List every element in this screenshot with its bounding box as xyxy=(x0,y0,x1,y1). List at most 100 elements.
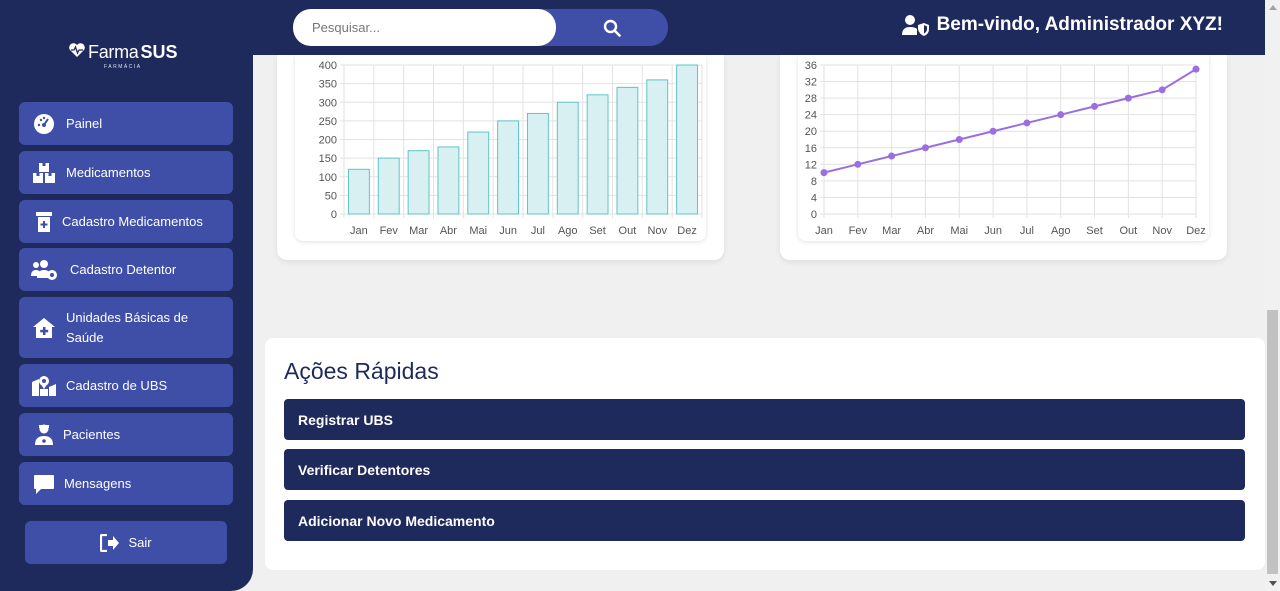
page-scrollbar[interactable] xyxy=(1265,0,1280,591)
x-tick-label: Ago xyxy=(1051,225,1071,237)
sign-out-icon xyxy=(100,533,120,552)
x-tick-label: Jun xyxy=(984,225,1002,237)
x-tick-label: Abr xyxy=(917,225,934,237)
sidebar-item-label: Painel xyxy=(66,115,103,131)
data-point xyxy=(921,144,929,152)
data-point xyxy=(1091,102,1099,110)
sidebar-item-pacientes[interactable]: Pacientes xyxy=(19,413,233,456)
x-tick-label: Dez xyxy=(1186,225,1206,237)
sidebar-item-painel[interactable]: Painel xyxy=(19,102,233,145)
x-tick-label: Jul xyxy=(531,225,545,237)
y-tick-label: 350 xyxy=(319,79,337,91)
sidebar: Farma SUS FARMÁCIA Painel Medicamentos C… xyxy=(0,0,253,591)
y-tick-label: 0 xyxy=(331,209,337,221)
line-chart: 0 4 8 12 16 20 24 28 32 36 Jan Fev Mar Abr Mai Jun Jul Ag… xyxy=(805,60,1206,237)
logout-button[interactable]: Sair xyxy=(25,521,227,564)
welcome-message: Bem-vindo, Administrador XYZ! xyxy=(901,14,1223,36)
x-tick-label: Dez xyxy=(677,225,697,237)
search-input[interactable] xyxy=(293,9,556,46)
bar xyxy=(347,168,370,215)
bar xyxy=(467,131,490,215)
x-tick-label: Mar xyxy=(409,225,428,237)
y-tick-label: 250 xyxy=(319,116,337,128)
logout-label: Sair xyxy=(128,535,152,550)
sidebar-item-cadastro-ubs[interactable]: Cadastro de UBS xyxy=(19,364,233,407)
message-icon xyxy=(30,470,58,498)
users-gear-icon xyxy=(30,256,58,284)
data-point xyxy=(1192,65,1200,73)
scroll-down-arrow-icon[interactable] xyxy=(1265,576,1280,591)
x-tick-label: Nov xyxy=(647,225,667,237)
logo: Farma SUS FARMÁCIA xyxy=(68,42,178,72)
scrollbar-thumb[interactable] xyxy=(1267,310,1278,574)
y-tick-label: 16 xyxy=(805,143,817,155)
data-point xyxy=(1124,94,1132,102)
y-tick-label: 50 xyxy=(325,190,337,202)
y-tick-label: 28 xyxy=(805,93,817,105)
bar-chart-card: 0 50 100 150 200 250 300 350 400 Jan Fev Mar Abr Mai J… xyxy=(277,55,724,260)
verify-holders-button[interactable]: Verificar Detentores xyxy=(284,449,1245,490)
data-point xyxy=(1057,111,1065,119)
x-tick-label: Nov xyxy=(1152,225,1172,237)
y-tick-label: 8 xyxy=(811,176,817,188)
x-tick-label: Jan xyxy=(815,225,833,237)
line-chart-card: 0 4 8 12 16 20 24 28 32 36 Jan Fev Mar Abr Mai Jun Jul Ag… xyxy=(780,55,1227,260)
bar xyxy=(377,157,400,215)
logo-farma: Farma xyxy=(88,42,139,62)
bar xyxy=(556,101,579,215)
sidebar-item-label: Cadastro Detentor xyxy=(70,261,177,277)
logo-subtitle: FARMÁCIA xyxy=(103,64,142,70)
x-tick-label: Out xyxy=(1119,225,1137,237)
sidebar-item-label: Cadastro Medicamentos xyxy=(62,213,203,229)
bar-chart: 0 50 100 150 200 250 300 350 400 Jan Fev Mar Abr Mai J… xyxy=(319,60,703,237)
y-tick-label: 300 xyxy=(319,97,337,109)
x-tick-label: Mai xyxy=(950,225,968,237)
data-point xyxy=(1158,86,1166,94)
sidebar-item-label: Cadastro de UBS xyxy=(66,377,168,393)
y-tick-label: 20 xyxy=(805,126,817,138)
sidebar-item-label: Mensagens xyxy=(64,475,132,491)
logo-sus: SUS xyxy=(140,42,178,62)
quick-actions-title: Ações Rápidas xyxy=(284,358,439,384)
x-tick-label: Abr xyxy=(440,225,457,237)
heart-pulse-icon xyxy=(68,42,86,63)
y-tick-label: 100 xyxy=(319,172,337,184)
bar xyxy=(497,120,520,215)
data-point xyxy=(1023,119,1031,127)
bar xyxy=(526,112,549,215)
x-tick-label: Jun xyxy=(499,225,517,237)
x-tick-label: Fev xyxy=(380,225,399,237)
boxes-icon xyxy=(30,159,58,187)
sidebar-item-medicamentos[interactable]: Medicamentos xyxy=(19,151,233,194)
bar xyxy=(676,64,699,215)
quick-actions-panel: Ações Rápidas Registrar UBS Verificar De… xyxy=(265,338,1265,570)
search-box xyxy=(293,9,668,46)
sidebar-item-label: Medicamentos xyxy=(66,164,151,180)
bar xyxy=(437,146,460,215)
register-ubs-button[interactable]: Registrar UBS xyxy=(284,399,1245,440)
map-location-icon xyxy=(30,372,58,400)
series-line xyxy=(823,68,1197,174)
sidebar-item-mensagens[interactable]: Mensagens xyxy=(19,462,233,505)
data-point xyxy=(854,160,862,168)
y-tick-label: 0 xyxy=(811,209,817,221)
x-tick-label: Jan xyxy=(350,225,368,237)
x-tick-label: Out xyxy=(619,225,637,237)
bar xyxy=(407,150,430,215)
search-icon xyxy=(603,19,621,37)
x-tick-label: Jul xyxy=(1020,225,1034,237)
y-tick-label: 4 xyxy=(811,192,817,204)
sidebar-item-ubs[interactable]: Unidades Básicas de Saúde xyxy=(19,297,233,358)
scroll-up-arrow-icon[interactable] xyxy=(1265,0,1280,15)
sidebar-item-cadastro-medicamentos[interactable]: Cadastro Medicamentos xyxy=(19,200,233,243)
welcome-text: Bem-vindo, Administrador XYZ! xyxy=(936,14,1223,35)
data-point xyxy=(955,136,963,143)
line-chart-container: 0 4 8 12 16 20 24 28 32 36 Jan Fev Mar Abr Mai Jun Jul Ag… xyxy=(798,55,1209,241)
prescription-bottle-icon xyxy=(30,208,58,236)
sidebar-item-cadastro-detentor[interactable]: Cadastro Detentor xyxy=(19,248,233,291)
search-button[interactable] xyxy=(556,9,668,46)
y-tick-label: 12 xyxy=(805,159,817,171)
add-medication-button[interactable]: Adicionar Novo Medicamento xyxy=(284,500,1245,541)
y-tick-label: 400 xyxy=(319,60,337,72)
house-medical-icon xyxy=(30,314,58,342)
